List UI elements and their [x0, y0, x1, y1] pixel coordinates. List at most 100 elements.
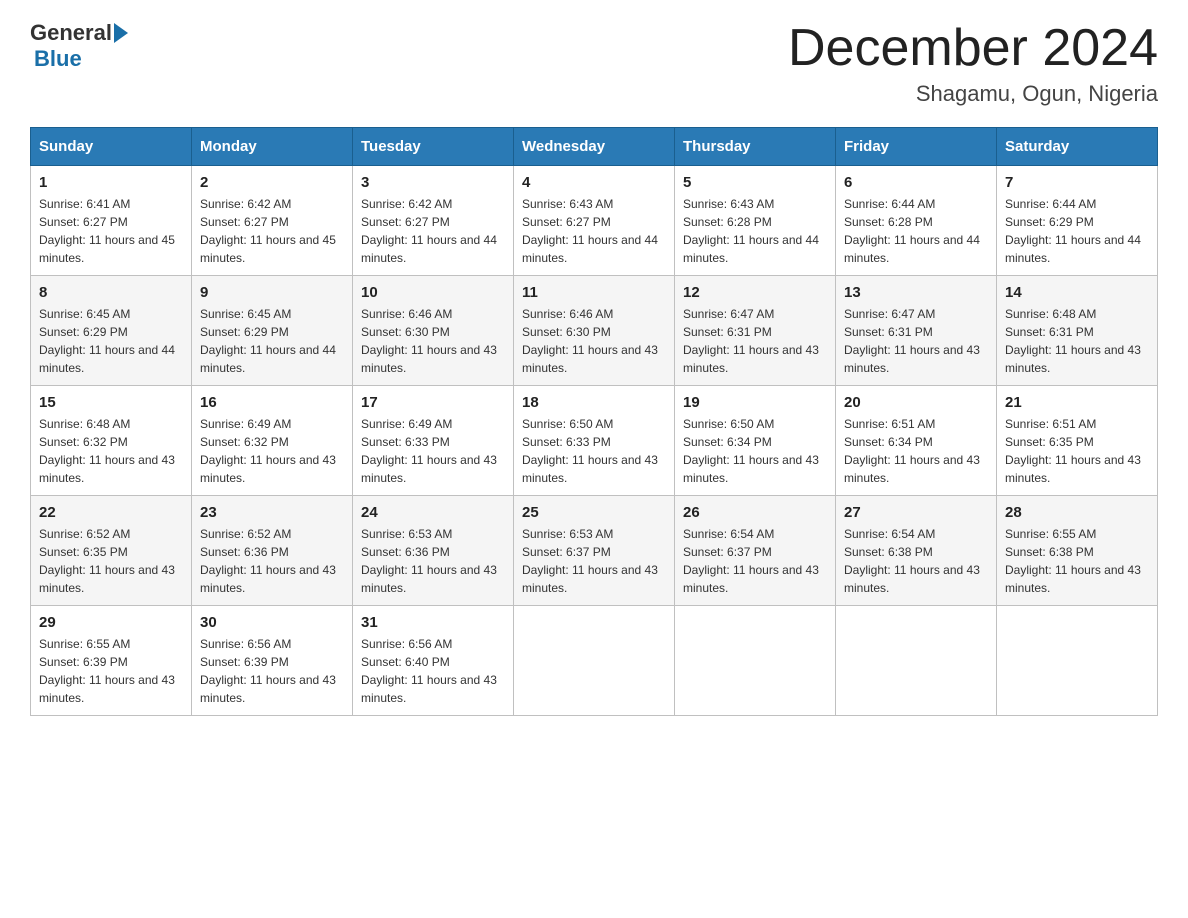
day-info: Sunrise: 6:51 AMSunset: 6:34 PMDaylight:… [844, 415, 988, 487]
calendar-cell: 14 Sunrise: 6:48 AMSunset: 6:31 PMDayligh… [997, 276, 1158, 386]
day-number: 8 [39, 284, 183, 301]
calendar-cell: 19 Sunrise: 6:50 AMSunset: 6:34 PMDayligh… [675, 386, 836, 496]
day-info: Sunrise: 6:56 AMSunset: 6:40 PMDaylight:… [361, 635, 505, 707]
calendar-cell: 22 Sunrise: 6:52 AMSunset: 6:35 PMDayligh… [31, 496, 192, 606]
day-number: 12 [683, 284, 827, 301]
calendar-cell: 23 Sunrise: 6:52 AMSunset: 6:36 PMDayligh… [192, 496, 353, 606]
day-info: Sunrise: 6:43 AMSunset: 6:27 PMDaylight:… [522, 195, 666, 267]
calendar-cell: 15 Sunrise: 6:48 AMSunset: 6:32 PMDayligh… [31, 386, 192, 496]
day-info: Sunrise: 6:50 AMSunset: 6:33 PMDaylight:… [522, 415, 666, 487]
day-info: Sunrise: 6:42 AMSunset: 6:27 PMDaylight:… [361, 195, 505, 267]
day-number: 10 [361, 284, 505, 301]
day-number: 31 [361, 614, 505, 631]
day-info: Sunrise: 6:43 AMSunset: 6:28 PMDaylight:… [683, 195, 827, 267]
day-number: 30 [200, 614, 344, 631]
day-number: 23 [200, 504, 344, 521]
calendar-cell [997, 606, 1158, 716]
day-info: Sunrise: 6:55 AMSunset: 6:38 PMDaylight:… [1005, 525, 1149, 597]
calendar-week-2: 8 Sunrise: 6:45 AMSunset: 6:29 PMDaylight… [31, 276, 1158, 386]
day-number: 27 [844, 504, 988, 521]
header-cell-wednesday: Wednesday [514, 128, 675, 166]
day-info: Sunrise: 6:45 AMSunset: 6:29 PMDaylight:… [200, 305, 344, 377]
calendar-cell: 1Sunrise: 6:41 AMSunset: 6:27 PMDaylight… [31, 166, 192, 276]
day-info: Sunrise: 6:54 AMSunset: 6:37 PMDaylight:… [683, 525, 827, 597]
day-info: Sunrise: 6:53 AMSunset: 6:37 PMDaylight:… [522, 525, 666, 597]
day-info: Sunrise: 6:56 AMSunset: 6:39 PMDaylight:… [200, 635, 344, 707]
calendar-title: December 2024 [788, 20, 1158, 77]
day-info: Sunrise: 6:48 AMSunset: 6:32 PMDaylight:… [39, 415, 183, 487]
day-number: 9 [200, 284, 344, 301]
logo-general-text: General [30, 20, 112, 46]
day-info: Sunrise: 6:54 AMSunset: 6:38 PMDaylight:… [844, 525, 988, 597]
calendar-week-3: 15 Sunrise: 6:48 AMSunset: 6:32 PMDayligh… [31, 386, 1158, 496]
calendar-cell: 27 Sunrise: 6:54 AMSunset: 6:38 PMDayligh… [836, 496, 997, 606]
header-cell-friday: Friday [836, 128, 997, 166]
day-info: Sunrise: 6:41 AMSunset: 6:27 PMDaylight:… [39, 195, 183, 267]
day-number: 3 [361, 174, 505, 191]
calendar-cell: 28 Sunrise: 6:55 AMSunset: 6:38 PMDayligh… [997, 496, 1158, 606]
day-number: 14 [1005, 284, 1149, 301]
header-cell-sunday: Sunday [31, 128, 192, 166]
day-number: 28 [1005, 504, 1149, 521]
calendar-cell: 9 Sunrise: 6:45 AMSunset: 6:29 PMDaylight… [192, 276, 353, 386]
header-cell-monday: Monday [192, 128, 353, 166]
title-block: December 2024 Shagamu, Ogun, Nigeria [788, 20, 1158, 107]
calendar-cell [675, 606, 836, 716]
day-info: Sunrise: 6:55 AMSunset: 6:39 PMDaylight:… [39, 635, 183, 707]
day-info: Sunrise: 6:48 AMSunset: 6:31 PMDaylight:… [1005, 305, 1149, 377]
calendar-cell: 31 Sunrise: 6:56 AMSunset: 6:40 PMDayligh… [353, 606, 514, 716]
calendar-cell: 7 Sunrise: 6:44 AMSunset: 6:29 PMDaylight… [997, 166, 1158, 276]
day-number: 17 [361, 394, 505, 411]
day-info: Sunrise: 6:50 AMSunset: 6:34 PMDaylight:… [683, 415, 827, 487]
day-number: 6 [844, 174, 988, 191]
calendar-cell: 26 Sunrise: 6:54 AMSunset: 6:37 PMDayligh… [675, 496, 836, 606]
day-number: 22 [39, 504, 183, 521]
day-info: Sunrise: 6:46 AMSunset: 6:30 PMDaylight:… [361, 305, 505, 377]
calendar-cell: 25Sunrise: 6:53 AMSunset: 6:37 PMDayligh… [514, 496, 675, 606]
day-number: 4 [522, 174, 666, 191]
day-info: Sunrise: 6:49 AMSunset: 6:33 PMDaylight:… [361, 415, 505, 487]
day-number: 5 [683, 174, 827, 191]
calendar-week-4: 22 Sunrise: 6:52 AMSunset: 6:35 PMDayligh… [31, 496, 1158, 606]
day-number: 29 [39, 614, 183, 631]
calendar-table: SundayMondayTuesdayWednesdayThursdayFrid… [30, 127, 1158, 716]
page-header: General Blue December 2024 Shagamu, Ogun… [30, 20, 1158, 107]
day-number: 21 [1005, 394, 1149, 411]
calendar-week-5: 29 Sunrise: 6:55 AMSunset: 6:39 PMDayligh… [31, 606, 1158, 716]
calendar-cell: 18 Sunrise: 6:50 AMSunset: 6:33 PMDayligh… [514, 386, 675, 496]
day-number: 19 [683, 394, 827, 411]
day-info: Sunrise: 6:47 AMSunset: 6:31 PMDaylight:… [683, 305, 827, 377]
calendar-header: SundayMondayTuesdayWednesdayThursdayFrid… [31, 128, 1158, 166]
day-info: Sunrise: 6:46 AMSunset: 6:30 PMDaylight:… [522, 305, 666, 377]
calendar-cell: 20Sunrise: 6:51 AMSunset: 6:34 PMDayligh… [836, 386, 997, 496]
day-number: 18 [522, 394, 666, 411]
day-number: 13 [844, 284, 988, 301]
day-number: 7 [1005, 174, 1149, 191]
calendar-week-1: 1Sunrise: 6:41 AMSunset: 6:27 PMDaylight… [31, 166, 1158, 276]
header-row: SundayMondayTuesdayWednesdayThursdayFrid… [31, 128, 1158, 166]
day-number: 24 [361, 504, 505, 521]
day-number: 15 [39, 394, 183, 411]
day-info: Sunrise: 6:45 AMSunset: 6:29 PMDaylight:… [39, 305, 183, 377]
day-number: 26 [683, 504, 827, 521]
calendar-cell [514, 606, 675, 716]
calendar-cell: 11 Sunrise: 6:46 AMSunset: 6:30 PMDayligh… [514, 276, 675, 386]
day-info: Sunrise: 6:42 AMSunset: 6:27 PMDaylight:… [200, 195, 344, 267]
logo: General Blue [30, 20, 128, 72]
day-number: 11 [522, 284, 666, 301]
calendar-cell: 17 Sunrise: 6:49 AMSunset: 6:33 PMDayligh… [353, 386, 514, 496]
calendar-cell: 30 Sunrise: 6:56 AMSunset: 6:39 PMDayligh… [192, 606, 353, 716]
header-cell-saturday: Saturday [997, 128, 1158, 166]
day-info: Sunrise: 6:52 AMSunset: 6:36 PMDaylight:… [200, 525, 344, 597]
day-number: 2 [200, 174, 344, 191]
day-info: Sunrise: 6:49 AMSunset: 6:32 PMDaylight:… [200, 415, 344, 487]
calendar-cell: 2 Sunrise: 6:42 AMSunset: 6:27 PMDaylight… [192, 166, 353, 276]
day-info: Sunrise: 6:44 AMSunset: 6:29 PMDaylight:… [1005, 195, 1149, 267]
calendar-cell: 6Sunrise: 6:44 AMSunset: 6:28 PMDaylight… [836, 166, 997, 276]
day-info: Sunrise: 6:52 AMSunset: 6:35 PMDaylight:… [39, 525, 183, 597]
calendar-cell: 12 Sunrise: 6:47 AMSunset: 6:31 PMDayligh… [675, 276, 836, 386]
calendar-subtitle: Shagamu, Ogun, Nigeria [788, 81, 1158, 107]
calendar-cell: 4 Sunrise: 6:43 AMSunset: 6:27 PMDaylight… [514, 166, 675, 276]
calendar-cell: 24Sunrise: 6:53 AMSunset: 6:36 PMDayligh… [353, 496, 514, 606]
header-cell-tuesday: Tuesday [353, 128, 514, 166]
